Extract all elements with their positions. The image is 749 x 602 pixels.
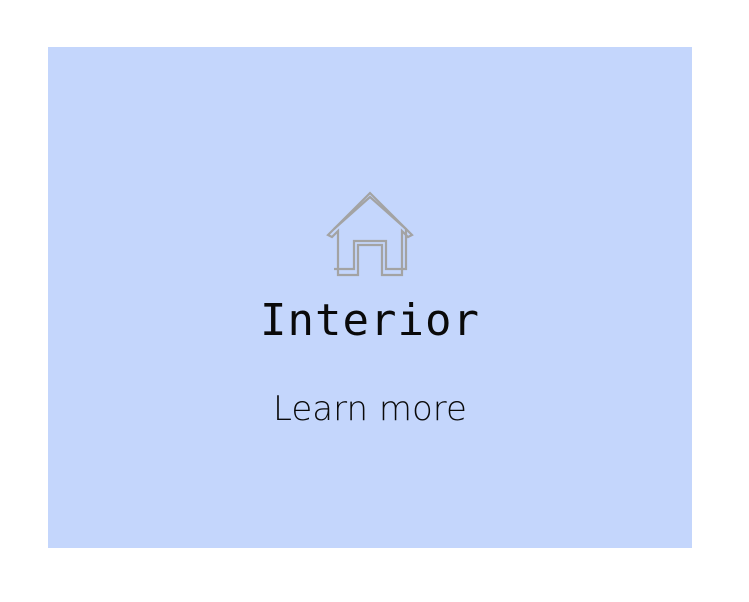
learn-more-link[interactable]: Learn more: [48, 387, 692, 431]
interior-card: Interior Learn more: [48, 47, 692, 548]
house-icon: [324, 191, 416, 277]
card-title: Interior: [260, 295, 480, 346]
